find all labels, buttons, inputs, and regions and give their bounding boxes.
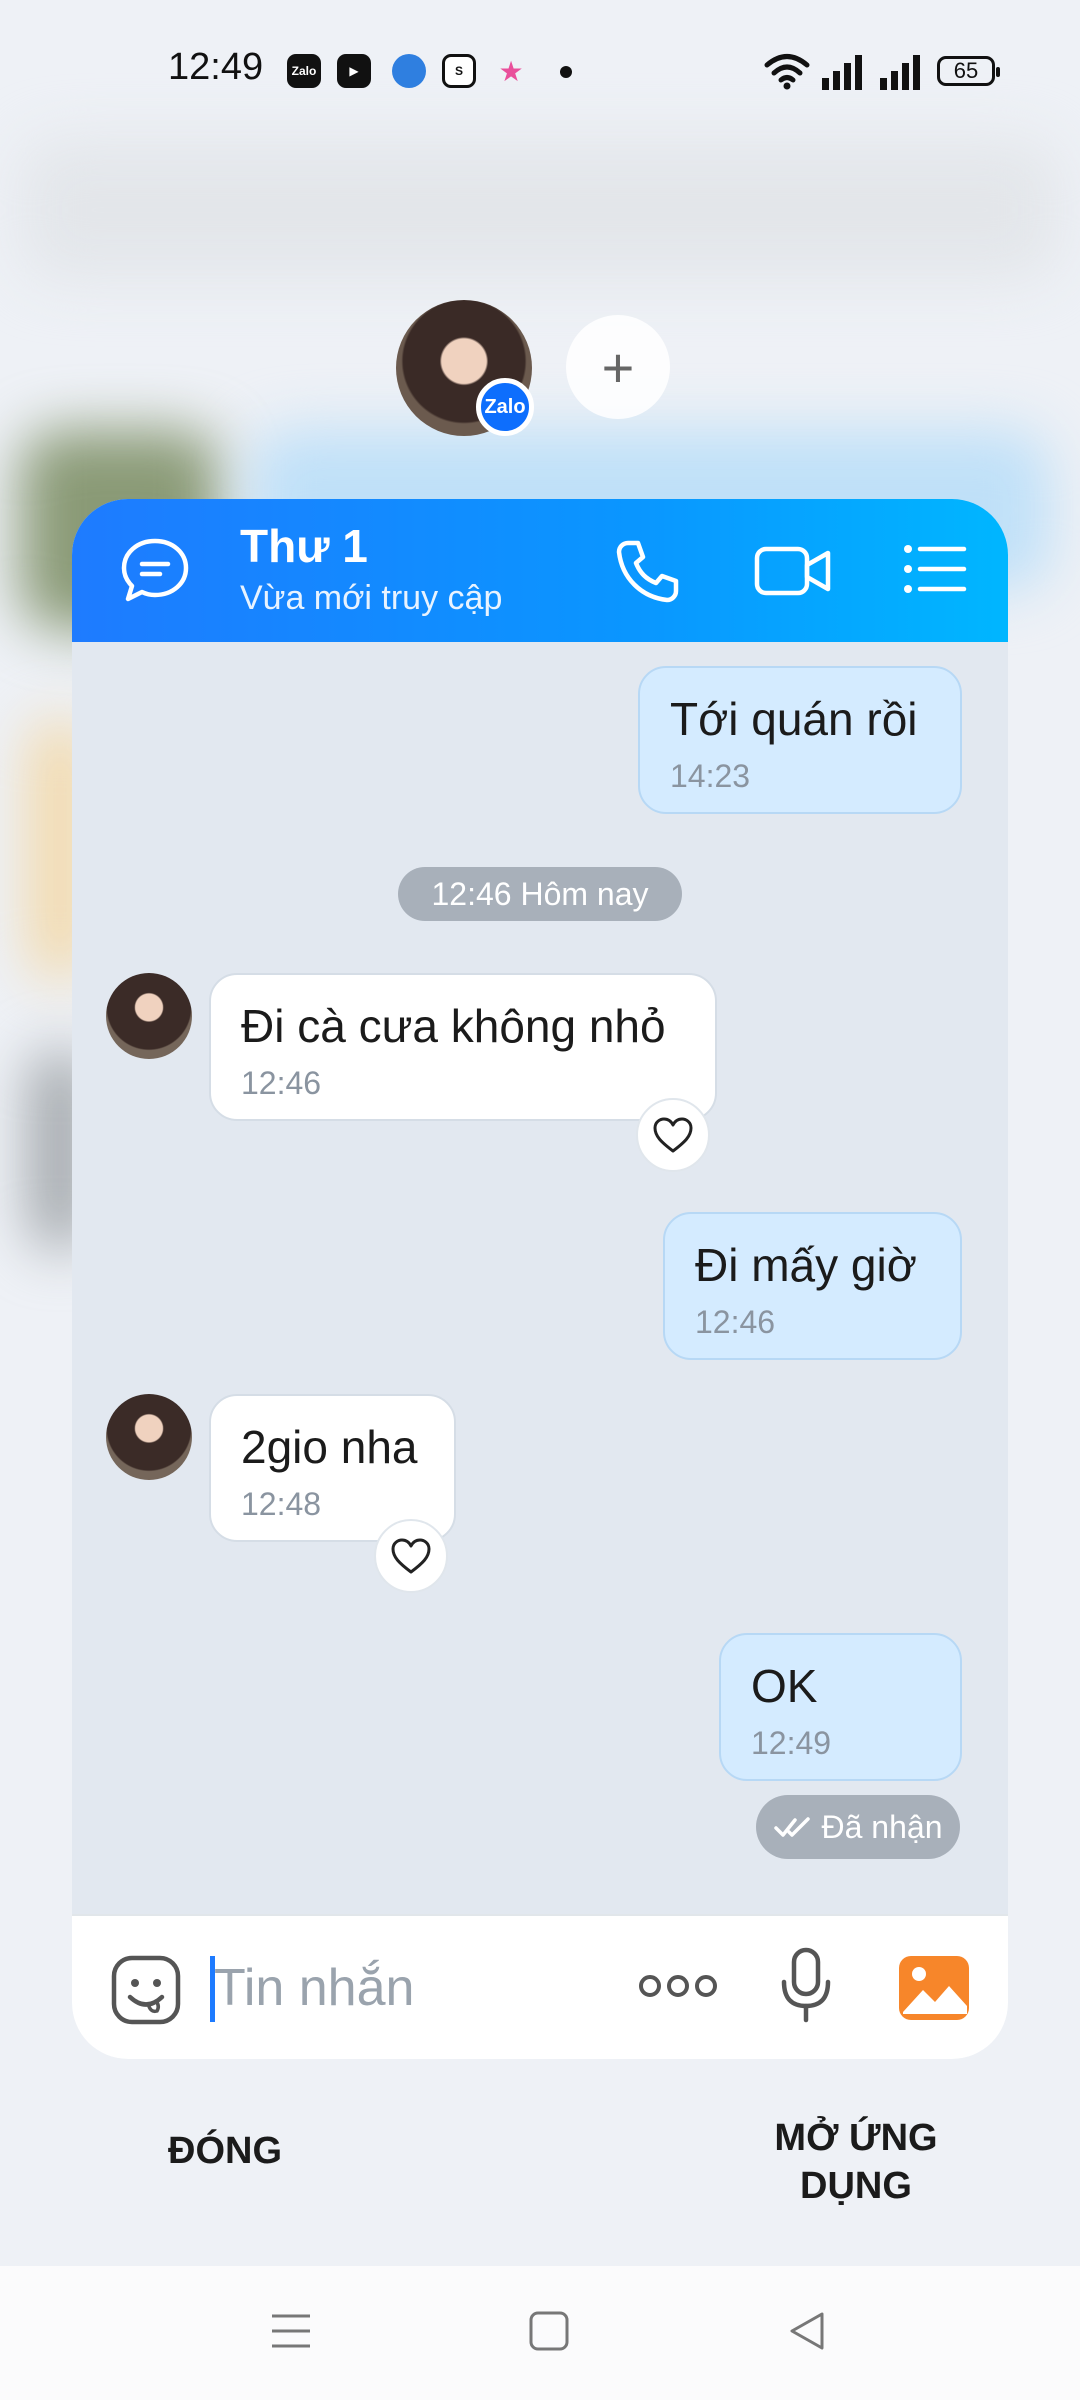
message-bubble-sent[interactable]: Tới quán rồi 14:23: [638, 666, 962, 814]
open-app-label-line1: MỞ ỨNG: [774, 2117, 938, 2159]
video-call-icon[interactable]: [754, 537, 832, 601]
open-app-label-line2: DỤNG: [800, 2165, 912, 2207]
image-gallery-icon[interactable]: [897, 1954, 971, 2022]
chat-header: Thư 1 Vừa mới truy cập: [72, 499, 1008, 642]
status-time: 12:49: [168, 46, 264, 88]
signal-icon: [822, 55, 862, 90]
message-input[interactable]: [214, 1946, 634, 2030]
message-bubble-sent[interactable]: Đi mấy giờ 12:46: [663, 1212, 962, 1360]
status-bar: 12:49 Zalo ▶ S ★ 65: [0, 0, 1080, 140]
contact-avatar[interactable]: [106, 1394, 192, 1480]
date-divider: 12:46 Hôm nay: [398, 867, 682, 921]
menu-list-icon[interactable]: [902, 537, 968, 601]
zalo-video-notification-icon: ▶: [337, 54, 371, 88]
microphone-icon[interactable]: [778, 1946, 834, 2026]
star-notification-icon: ★: [498, 55, 524, 87]
message-time: 12:48: [241, 1486, 322, 1522]
add-bubble-button[interactable]: +: [566, 315, 670, 419]
message-text: Đi cà cưa không nhỏ: [241, 1000, 666, 1052]
close-button[interactable]: ĐÓNG: [140, 2130, 310, 2173]
system-navigation-bar: [0, 2266, 1080, 2400]
signal-icon-2: [880, 55, 920, 90]
message-time: 12:46: [695, 1304, 776, 1340]
zalo-notification-icon: Zalo: [287, 54, 321, 88]
delivery-status-badge: Đã nhận: [756, 1795, 960, 1859]
more-notifications-icon: [560, 66, 572, 78]
recent-apps-icon[interactable]: [270, 2310, 312, 2352]
chat-window: Thư 1 Vừa mới truy cập Tới quán rồi 14:2…: [72, 499, 1008, 2059]
message-text: 2gio nha: [241, 1421, 418, 1473]
messenger-notification-icon: [392, 54, 426, 88]
message-time: 12:49: [751, 1725, 832, 1761]
delivery-status-text: Đã nhận: [821, 1808, 943, 1845]
message-text: OK: [751, 1660, 818, 1712]
sticker-emoji-icon[interactable]: [110, 1954, 182, 2026]
contact-avatar[interactable]: [106, 973, 192, 1059]
voice-call-icon[interactable]: [612, 537, 682, 607]
back-icon[interactable]: [786, 2310, 828, 2352]
double-check-icon: [773, 1817, 810, 1837]
zalo-badge: Zalo: [476, 378, 534, 436]
open-app-button[interactable]: MỞ ỨNG DỤNG: [752, 2114, 960, 2210]
battery-icon: 65: [937, 56, 1000, 86]
more-options-icon[interactable]: [638, 1972, 718, 2000]
message-bubble-sent[interactable]: OK 12:49: [719, 1633, 962, 1781]
message-text: Tới quán rồi: [670, 693, 918, 745]
message-time: 12:46: [241, 1065, 322, 1101]
contact-name: Thư 1: [240, 520, 368, 572]
react-heart-button[interactable]: [636, 1098, 710, 1172]
heart-icon: [653, 1117, 693, 1153]
wifi-icon: [764, 54, 810, 90]
shopee-notification-icon: S: [442, 54, 476, 88]
contact-status: Vừa mới truy cập: [240, 579, 503, 617]
message-text: Đi mấy giờ: [695, 1239, 917, 1291]
heart-icon: [391, 1538, 431, 1574]
message-time: 14:23: [670, 758, 751, 794]
home-icon[interactable]: [528, 2310, 570, 2352]
message-bubble-received[interactable]: Đi cà cưa không nhỏ 12:46: [209, 973, 717, 1121]
react-heart-button[interactable]: [374, 1519, 448, 1593]
message-input-bar: [72, 1914, 1008, 2059]
chat-list-icon[interactable]: [120, 537, 190, 603]
